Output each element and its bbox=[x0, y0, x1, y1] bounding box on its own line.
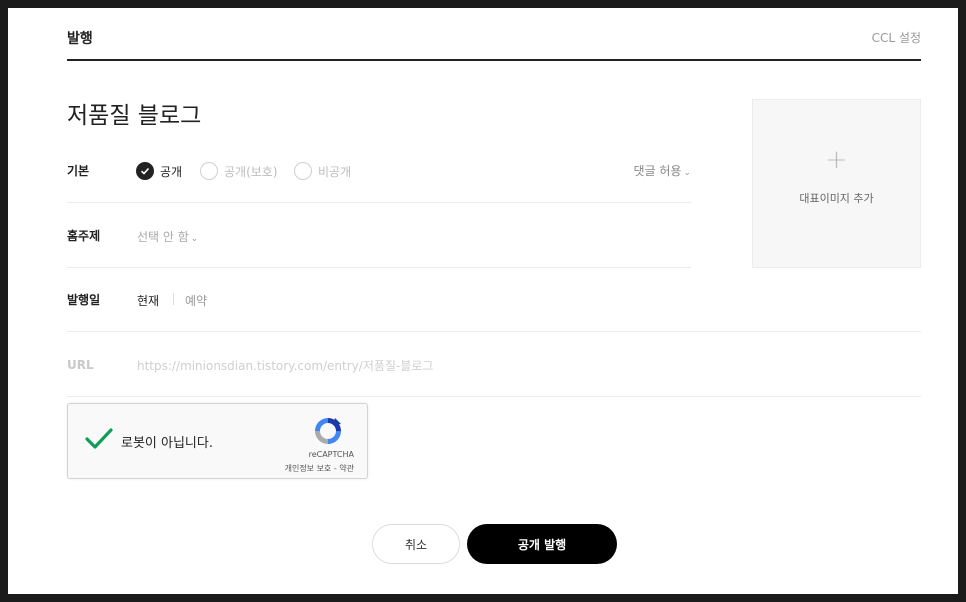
plus-icon: + bbox=[825, 145, 848, 175]
publish-date-label: 발행일 bbox=[67, 293, 101, 307]
cancel-button[interactable]: 취소 bbox=[372, 524, 460, 564]
post-title: 저품질 블로그 bbox=[67, 103, 202, 129]
radio-protected-label: 공개(보호) bbox=[224, 164, 278, 179]
recaptcha-widget: 로봇이 아닙니다. reCAPTCHA 개인정보 보호 - 약관 bbox=[67, 403, 368, 479]
radio-public[interactable]: 공개 bbox=[136, 161, 182, 181]
recaptcha-checkbox[interactable] bbox=[84, 424, 114, 454]
topic-value: 선택 안 함 bbox=[137, 230, 189, 244]
publish-button[interactable]: 공개 발행 bbox=[467, 524, 617, 564]
topic-row: 홈주제 선택 안 함 ⌄ bbox=[67, 204, 691, 268]
radio-public-label: 공개 bbox=[160, 164, 183, 179]
dialog-header: 발행 CCL 설정 bbox=[67, 8, 921, 61]
ccl-settings-link[interactable]: CCL 설정 bbox=[872, 29, 921, 46]
url-row: URL https://minionsdian.tistory.com/entr… bbox=[67, 333, 921, 397]
chevron-down-icon: ⌄ bbox=[683, 168, 691, 178]
chevron-down-icon: ⌄ bbox=[190, 234, 199, 244]
radio-unchecked-icon bbox=[200, 162, 218, 180]
radio-private[interactable]: 비공개 bbox=[294, 161, 351, 181]
recaptcha-label: 로봇이 아닙니다. bbox=[121, 436, 213, 451]
comment-allow-dropdown[interactable]: 댓글 허용 ⌄ bbox=[633, 162, 691, 179]
thumbnail-add-box[interactable]: + 대표이미지 추가 bbox=[752, 99, 921, 268]
visibility-row: 기본 공개 공개(보호) 비공개 댓글 허용 ⌄ bbox=[67, 139, 691, 203]
thumbnail-add-label: 대표이미지 추가 bbox=[799, 192, 874, 205]
divider bbox=[173, 293, 174, 305]
radio-unchecked-icon bbox=[294, 162, 312, 180]
topic-label: 홈주제 bbox=[67, 229, 101, 243]
recaptcha-logo-icon bbox=[311, 414, 345, 448]
url-label: URL bbox=[67, 358, 94, 372]
publish-now-option[interactable]: 현재 bbox=[137, 292, 159, 309]
publish-reserve-option[interactable]: 예약 bbox=[185, 292, 207, 309]
check-icon bbox=[85, 428, 113, 449]
topic-dropdown[interactable]: 선택 안 함 ⌄ bbox=[137, 228, 198, 245]
recaptcha-terms-link[interactable]: 개인정보 보호 - 약관 bbox=[285, 463, 354, 474]
publish-dialog: 발행 CCL 설정 저품질 블로그 기본 공개 공개(보호) 비공개 댓글 허용… bbox=[8, 8, 958, 594]
url-value: https://minionsdian.tistory.com/entry/저품… bbox=[137, 359, 434, 373]
dialog-title: 발행 bbox=[67, 31, 93, 47]
recaptcha-brand: reCAPTCHA bbox=[308, 450, 354, 459]
visibility-label: 기본 bbox=[67, 164, 90, 178]
radio-checked-icon bbox=[136, 162, 154, 180]
radio-protected[interactable]: 공개(보호) bbox=[200, 161, 278, 181]
publish-date-row: 발행일 현재 예약 bbox=[67, 268, 921, 332]
comment-allow-label: 댓글 허용 bbox=[633, 164, 682, 178]
radio-private-label: 비공개 bbox=[318, 164, 352, 179]
